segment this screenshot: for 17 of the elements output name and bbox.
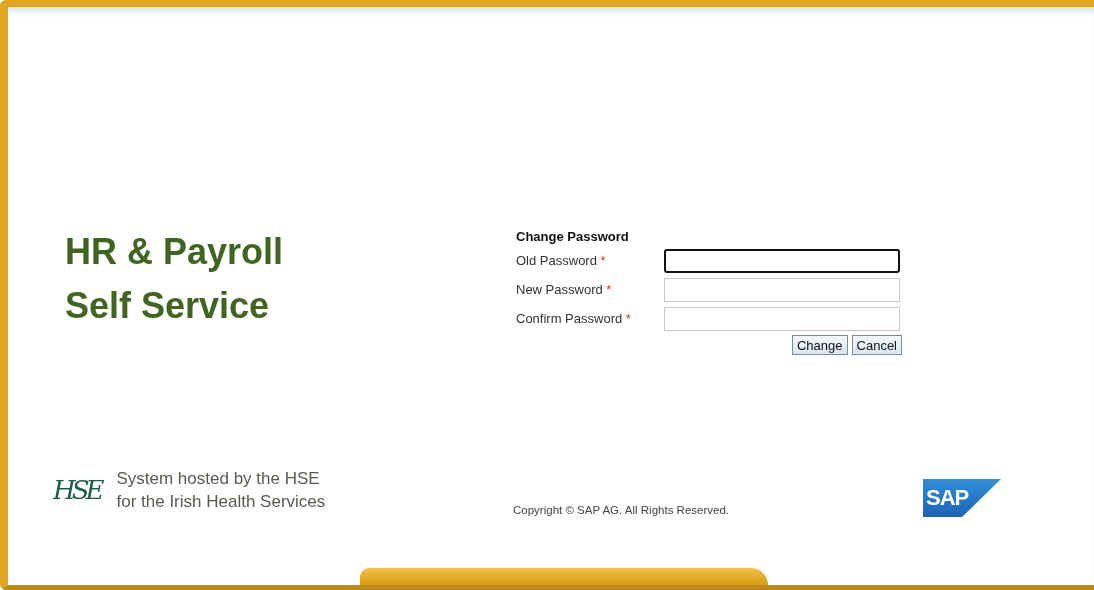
field-label: New Password bbox=[516, 281, 603, 297]
required-mark: * bbox=[600, 252, 606, 268]
form-title: Change Password bbox=[516, 229, 630, 244]
field-label: Old Password bbox=[516, 252, 597, 268]
password-field[interactable] bbox=[664, 248, 900, 273]
cancel-button[interactable]: Cancel bbox=[851, 335, 902, 355]
field-label: Confirm Password bbox=[516, 310, 623, 326]
sap-logo: SAP bbox=[923, 479, 1001, 517]
hosted-text: for the Irish Health Services bbox=[116, 491, 326, 513]
app-title: HR & Payroll bbox=[65, 230, 284, 274]
hosted-text: System hosted by the HSE bbox=[116, 468, 321, 490]
app-title: Self Service bbox=[65, 284, 270, 328]
required-mark: * bbox=[625, 310, 631, 326]
hse-logo: HSE bbox=[53, 473, 101, 507]
required-mark: * bbox=[606, 281, 612, 297]
change-button[interactable]: Change bbox=[792, 335, 848, 355]
copyright-text: Copyright © SAP AG. All Rights Reserved. bbox=[513, 502, 730, 518]
